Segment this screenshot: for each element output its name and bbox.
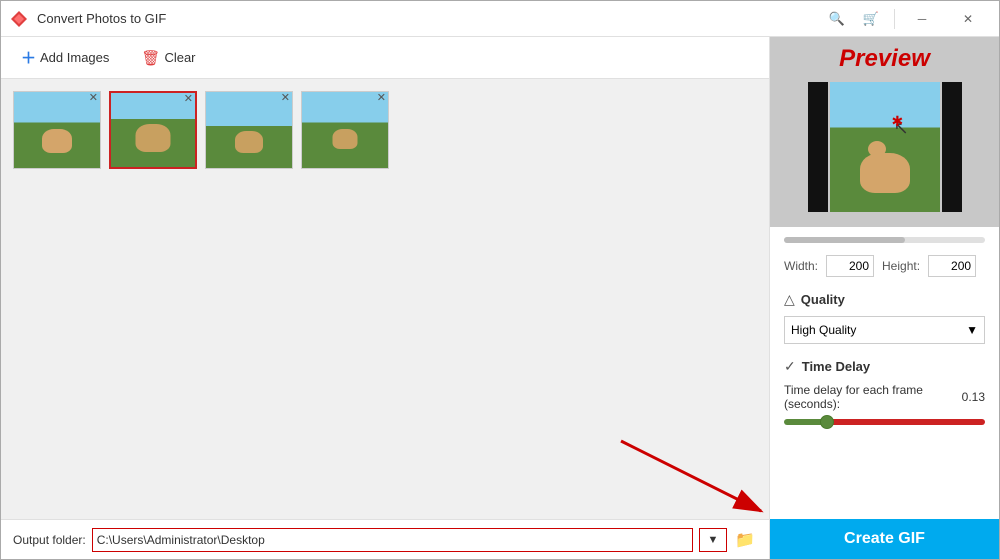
close-button[interactable]: ✕ [945,1,991,37]
thumbnail-3[interactable]: ✕ [205,91,293,169]
clear-label: Clear [164,50,195,65]
time-delay-desc: Time delay for each frame (seconds): [784,383,958,411]
time-delay-slider[interactable] [784,419,985,425]
right-panel: Preview ✱ ↖ [769,37,999,559]
width-label: Width: [784,259,818,273]
slider-thumb [820,415,834,429]
app-logo [9,9,29,29]
thumbnail-2[interactable]: ✕ [109,91,197,169]
size-row: Width: Height: [784,255,985,277]
output-folder-label: Output folder: [13,533,86,547]
height-label: Height: [882,259,920,273]
create-gif-button[interactable]: Create GIF [770,519,999,559]
quality-dropdown[interactable]: High Quality ▼ [784,316,985,344]
plus-icon: ＋ [21,47,36,68]
output-dropdown-button[interactable]: ▼ [699,528,727,552]
time-delay-title: Time Delay [802,359,870,374]
time-delay-value: 0.13 [962,390,985,404]
scrollbar[interactable] [784,237,985,243]
images-area: ✕ ✕ ✕ [1,79,769,519]
time-delay-icon: ✓ [784,358,796,375]
dropdown-arrow-icon: ▼ [708,534,719,546]
preview-content: ✱ ↖ [808,82,962,212]
bottom-bar: Output folder: ▼ 📁 [1,519,769,559]
time-delay-row: Time delay for each frame (seconds): 0.1… [784,383,985,411]
browse-folder-button[interactable]: 📁 [733,528,757,552]
create-gif-label: Create GIF [844,530,925,548]
add-images-button[interactable]: ＋ Add Images [13,43,117,72]
folder-icon: 📁 [735,530,755,550]
star-marker: ✱ [891,113,903,130]
clear-button[interactable]: 🗑 Clear [133,45,203,71]
time-delay-section: ✓ Time Delay Time delay for each frame (… [784,358,985,425]
divider [894,9,895,29]
minimize-button[interactable]: ─ [899,1,945,37]
dog-shape [860,153,910,193]
titlebar: Convert Photos to GIF 🔍 🛒 ─ ✕ [1,1,999,37]
app-window: Convert Photos to GIF 🔍 🛒 ─ ✕ ＋ Add Imag… [0,0,1000,560]
window-title: Convert Photos to GIF [37,11,822,26]
content-area: ＋ Add Images 🗑 Clear ✕ [1,37,999,559]
preview-label: Preview [839,45,930,73]
quality-value: High Quality [791,323,856,337]
cart-btn[interactable]: 🛒 [856,1,886,37]
quality-title: Quality [801,292,845,307]
preview-side-left [808,82,828,212]
output-path-input[interactable] [92,528,693,552]
close-thumb-3[interactable]: ✕ [281,93,290,104]
scrollbar-thumb [784,237,905,243]
quality-dropdown-arrow: ▼ [966,323,978,337]
quality-header: △ Quality [784,291,985,308]
close-thumb-4[interactable]: ✕ [377,93,386,104]
preview-side-right [942,82,962,212]
quality-icon: △ [784,291,795,308]
search-btn[interactable]: 🔍 [822,1,852,37]
thumbnail-1[interactable]: ✕ [13,91,101,169]
height-input[interactable] [928,255,976,277]
main-panel: ＋ Add Images 🗑 Clear ✕ [1,37,769,559]
trash-icon: 🗑 [141,49,160,67]
thumbnail-4[interactable]: ✕ [301,91,389,169]
add-images-label: Add Images [40,50,109,65]
time-delay-header: ✓ Time Delay [784,358,985,375]
close-thumb-1[interactable]: ✕ [89,93,98,104]
width-input[interactable] [826,255,874,277]
preview-area: Preview ✱ ↖ [770,37,999,227]
settings-panel: Width: Height: △ Quality High Quality ▼ [770,227,999,519]
close-thumb-2[interactable]: ✕ [184,94,193,105]
preview-image: ✱ ↖ [830,82,940,212]
toolbar: ＋ Add Images 🗑 Clear [1,37,769,79]
